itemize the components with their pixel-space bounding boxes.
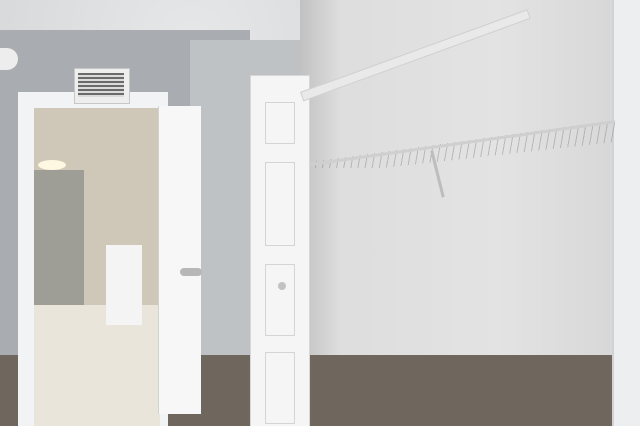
door-panel — [265, 102, 295, 144]
door-panel — [265, 162, 295, 246]
door-handle[interactable] — [180, 268, 202, 276]
vent-grille — [78, 73, 124, 97]
closet-door[interactable] — [250, 75, 310, 426]
closet-knob[interactable] — [278, 282, 286, 290]
door-panel — [265, 352, 295, 424]
ceiling-light — [38, 160, 66, 170]
right-door-edge — [612, 0, 640, 426]
hall-back-wall — [34, 170, 84, 310]
door-panel — [265, 264, 295, 336]
open-door[interactable] — [158, 106, 201, 414]
room-photo — [0, 0, 640, 426]
stair-railing — [106, 245, 142, 325]
